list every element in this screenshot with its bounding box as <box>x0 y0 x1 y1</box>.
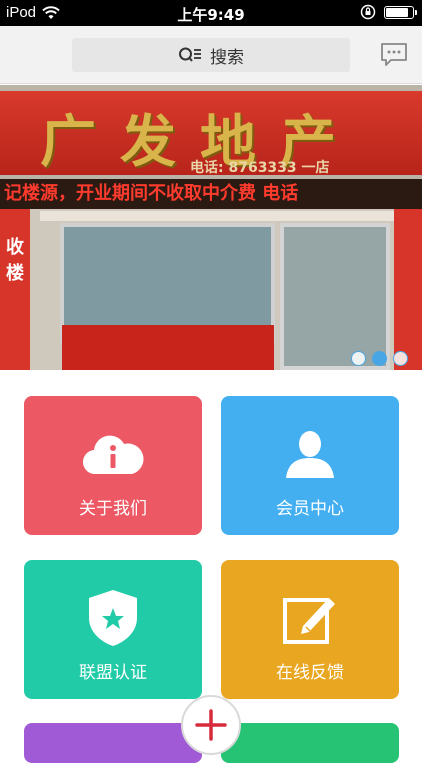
sign-phone: 电话: 8763333 一店 <box>190 160 330 176</box>
shield-star-icon <box>89 590 137 646</box>
shop-door <box>280 223 390 370</box>
shop-sign: 广发地产 电话: 8763333 一店 <box>0 91 422 176</box>
window-panel <box>62 325 274 370</box>
pillar-left <box>0 209 30 370</box>
status-bar: iPod 上午9:49 <box>0 0 422 26</box>
info-cloud-icon <box>82 435 144 475</box>
status-time: 上午9:49 <box>177 6 245 24</box>
about-us-tile[interactable]: 关于我们 <box>24 396 202 535</box>
carousel-dot[interactable] <box>351 351 366 366</box>
alliance-cert-label: 联盟认证 <box>79 663 147 683</box>
plus-icon <box>195 709 227 741</box>
edit-icon <box>283 598 335 644</box>
carousel-dot[interactable] <box>372 351 387 366</box>
nav-bar: 搜索 <box>0 26 422 84</box>
menu-tile-5[interactable] <box>24 723 202 763</box>
menu-tile-6[interactable] <box>221 723 399 763</box>
carousel-dots <box>351 351 408 366</box>
member-center-label: 会员中心 <box>276 499 344 519</box>
awning <box>40 211 400 221</box>
alliance-cert-tile[interactable]: 联盟认证 <box>24 560 202 699</box>
about-us-label: 关于我们 <box>79 499 147 519</box>
led-scroller: 记楼源，开业期间不收取中介费 电话 <box>0 179 422 209</box>
search-button[interactable]: 搜索 <box>72 38 350 72</box>
carousel-dot[interactable] <box>393 351 408 366</box>
search-label: 搜索 <box>210 47 244 68</box>
online-feedback-tile[interactable]: 在线反馈 <box>221 560 399 699</box>
user-icon <box>286 431 334 478</box>
add-button[interactable] <box>181 695 241 755</box>
online-feedback-label: 在线反馈 <box>276 663 344 683</box>
banner-carousel[interactable]: 广发地产 电话: 8763333 一店 记楼源，开业期间不收取中介费 电话 收楼 <box>0 85 422 370</box>
pillar-right <box>394 209 422 370</box>
message-icon[interactable] <box>380 42 408 68</box>
battery-icon <box>384 5 417 19</box>
member-center-tile[interactable]: 会员中心 <box>221 396 399 535</box>
search-icon <box>179 47 201 62</box>
pillar-text: 收楼 <box>6 237 24 284</box>
rotation-lock-icon <box>360 4 376 20</box>
